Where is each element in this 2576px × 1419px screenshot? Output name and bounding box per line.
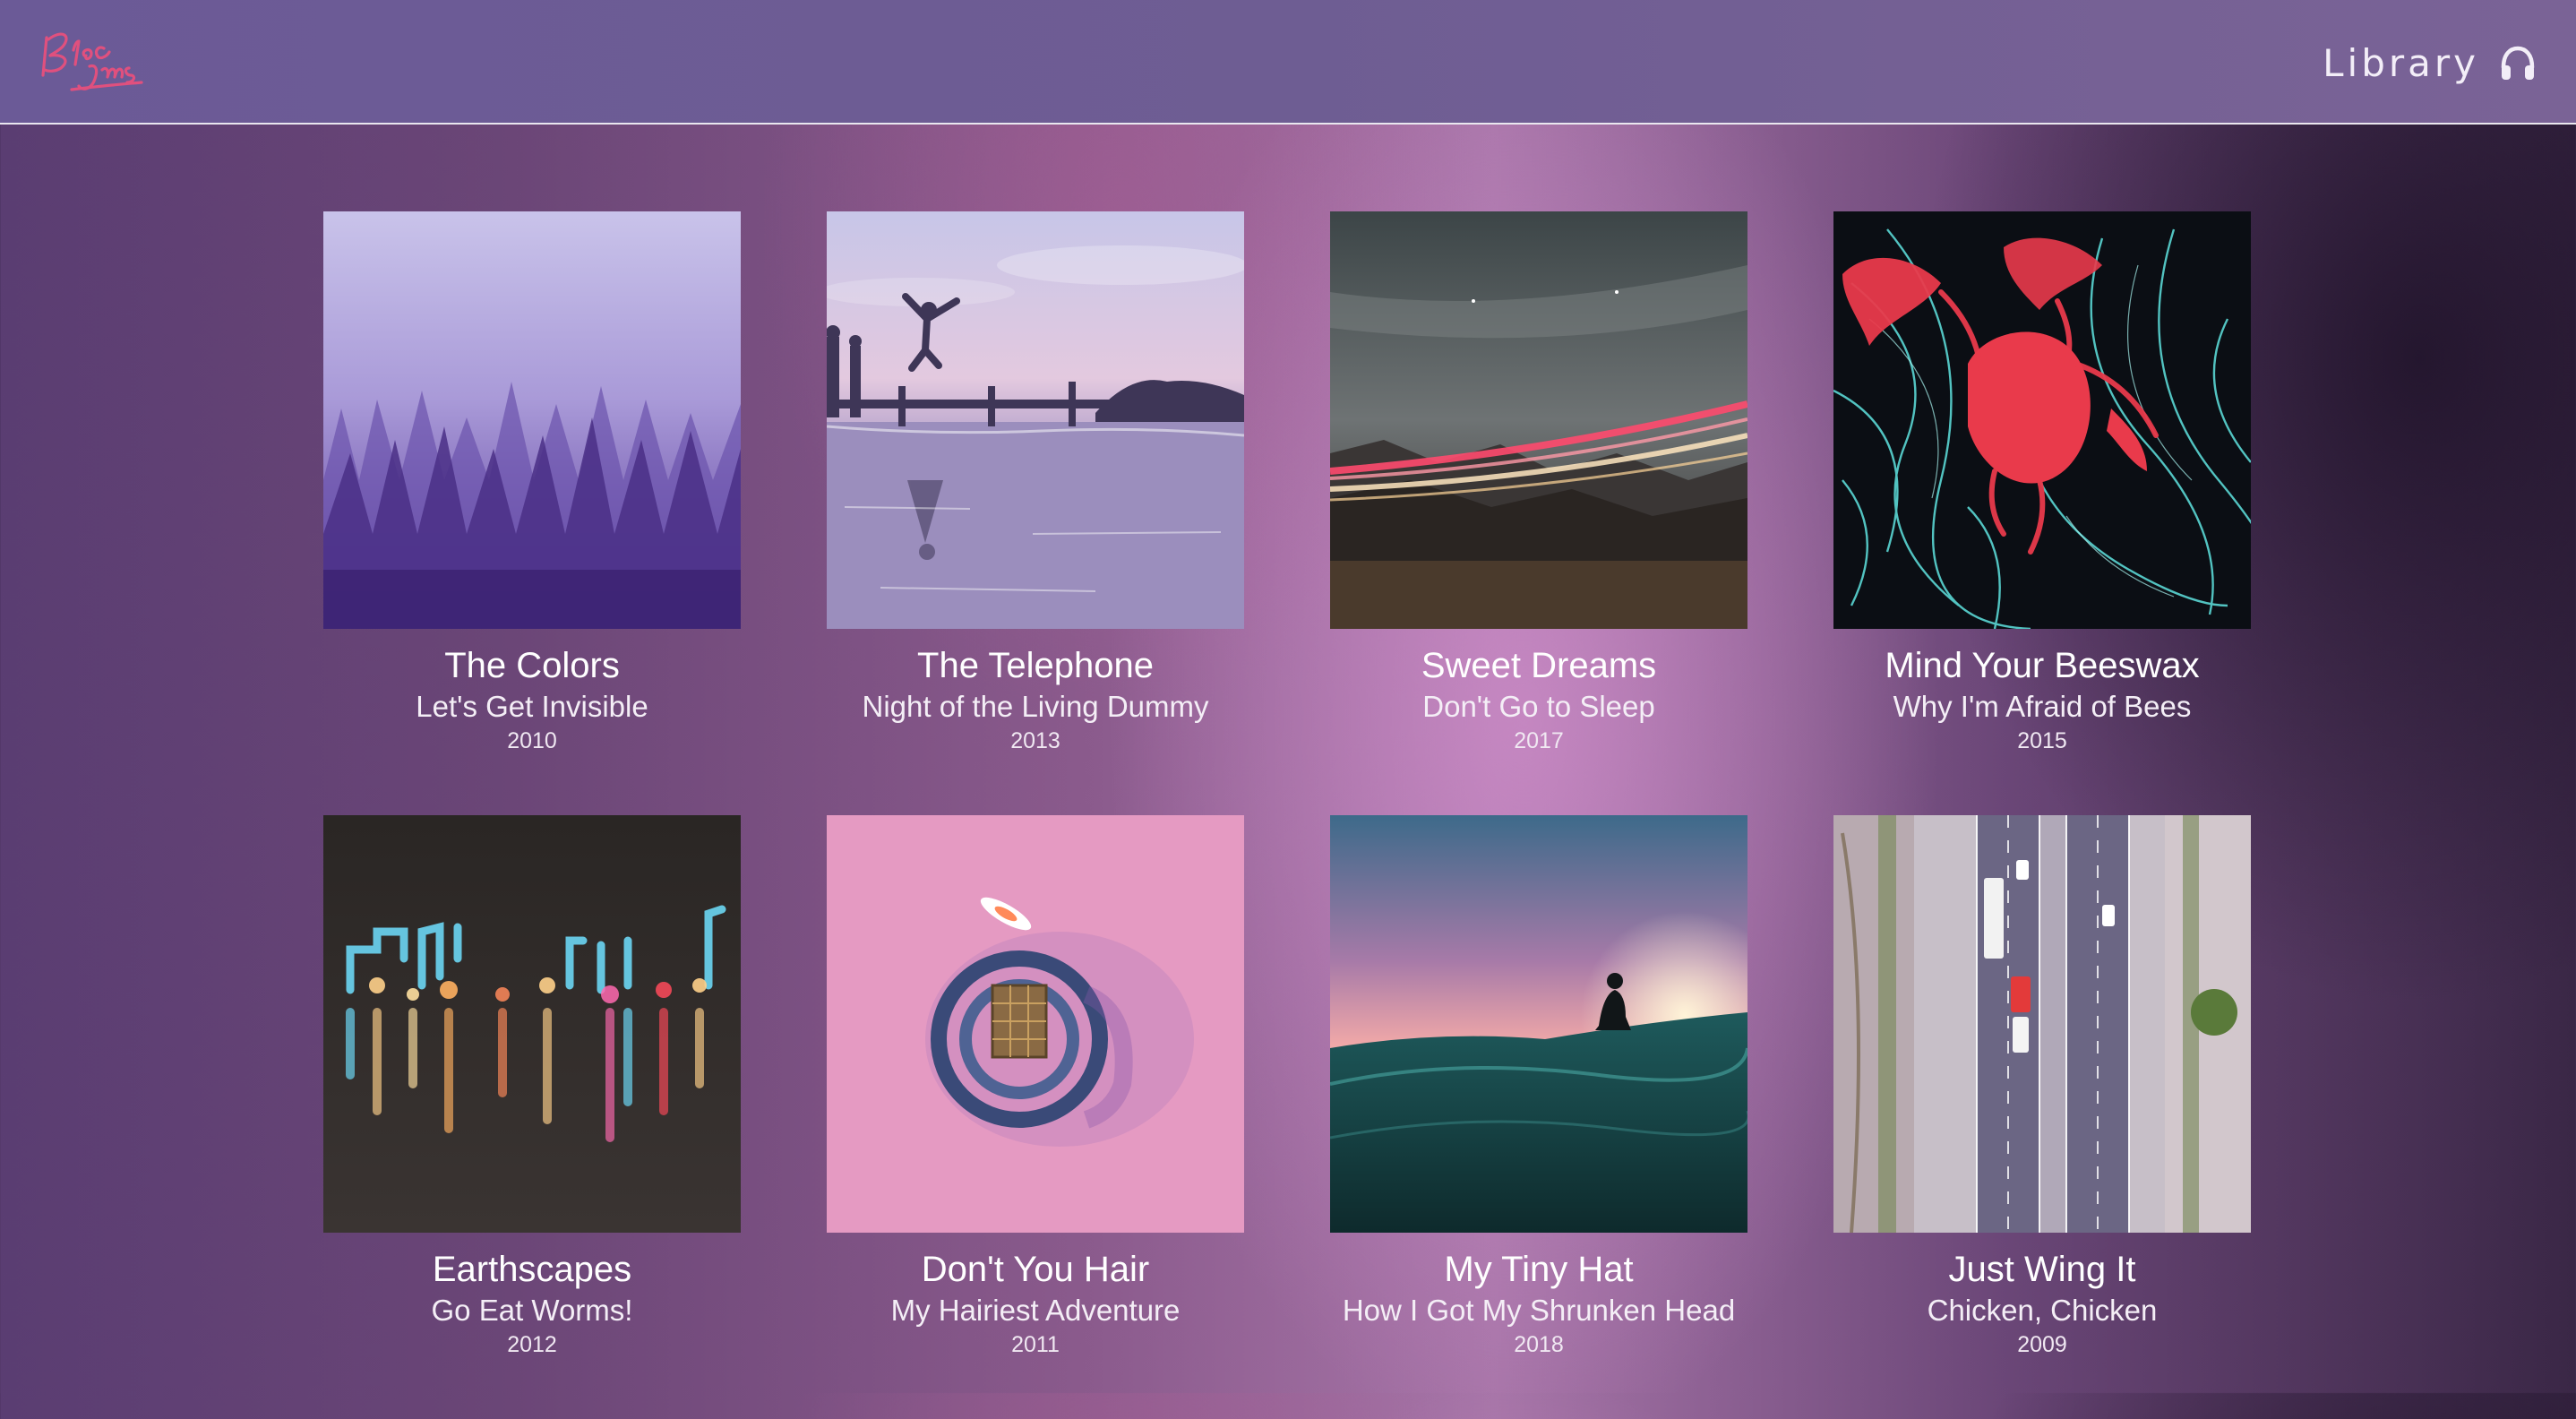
album-subtitle: Go Eat Worms! xyxy=(431,1294,633,1327)
album-year: 2012 xyxy=(507,1332,557,1357)
album-card[interactable]: Earthscapes Go Eat Worms! 2012 xyxy=(323,815,741,1419)
ink-strands-cover-icon xyxy=(1833,211,2251,629)
album-cover-image[interactable] xyxy=(1330,211,1747,629)
album-cover-image[interactable] xyxy=(323,815,741,1233)
album-year: 2015 xyxy=(2017,728,2067,753)
album-year: 2013 xyxy=(1010,728,1060,753)
dock-jump-cover-icon xyxy=(827,211,1244,629)
album-title: My Tiny Hat xyxy=(1444,1250,1634,1289)
album-subtitle: Night of the Living Dummy xyxy=(862,690,1209,723)
pink-water-boats-cover-icon xyxy=(827,815,1244,1233)
album-cover-image[interactable] xyxy=(827,815,1244,1233)
album-card[interactable]: Just Wing It Chicken, Chicken 2009 xyxy=(1833,815,2251,1419)
library-label: Library xyxy=(2323,40,2479,85)
album-subtitle: Why I'm Afraid of Bees xyxy=(1893,690,2192,723)
album-subtitle: Chicken, Chicken xyxy=(1927,1294,2158,1327)
album-cover-image[interactable] xyxy=(323,211,741,629)
album-card[interactable]: Mind Your Beeswax Why I'm Afraid of Bees… xyxy=(1833,211,2251,815)
headphones-icon xyxy=(2501,46,2535,80)
highway-aerial-cover-icon xyxy=(1833,815,2251,1233)
album-year: 2010 xyxy=(507,728,557,753)
app-header: Library xyxy=(0,0,2576,125)
album-cover-image[interactable] xyxy=(827,211,1244,629)
album-title: The Colors xyxy=(444,646,620,685)
album-subtitle: Don't Go to Sleep xyxy=(1422,690,1655,723)
album-year: 2017 xyxy=(1514,728,1564,753)
library-nav-link[interactable]: Library xyxy=(2323,36,2537,90)
script-logo-icon xyxy=(41,32,143,91)
city-bokeh-cover-icon xyxy=(323,815,741,1233)
album-card[interactable]: The Colors Let's Get Invisible 2010 xyxy=(323,211,741,815)
album-cover-image[interactable] xyxy=(1833,815,2251,1233)
album-title: Sweet Dreams xyxy=(1421,646,1657,685)
album-subtitle: How I Got My Shrunken Head xyxy=(1342,1294,1736,1327)
album-cover-image[interactable] xyxy=(1330,815,1747,1233)
album-cover-image[interactable] xyxy=(1833,211,2251,629)
album-title: Don't You Hair xyxy=(921,1250,1150,1289)
album-card[interactable]: Don't You Hair My Hairiest Adventure 201… xyxy=(827,815,1244,1419)
album-title: The Telephone xyxy=(917,646,1154,685)
album-year: 2009 xyxy=(2017,1332,2067,1357)
surfer-sunset-cover-icon xyxy=(1330,815,1747,1233)
album-subtitle: My Hairiest Adventure xyxy=(890,1294,1181,1327)
album-title: Mind Your Beeswax xyxy=(1885,646,2200,685)
album-grid: The Colors Let's Get Invisible 2010 The … xyxy=(323,211,2253,1419)
album-card[interactable]: The Telephone Night of the Living Dummy … xyxy=(827,211,1244,815)
album-year: 2018 xyxy=(1514,1332,1564,1357)
album-title: Just Wing It xyxy=(1948,1250,2136,1289)
light-trails-cover-icon xyxy=(1330,211,1747,629)
album-subtitle: Let's Get Invisible xyxy=(416,690,648,723)
album-card[interactable]: My Tiny Hat How I Got My Shrunken Head 2… xyxy=(1330,815,1747,1419)
misty-forest-cover-icon xyxy=(323,211,741,629)
album-card[interactable]: Sweet Dreams Don't Go to Sleep 2017 xyxy=(1330,211,1747,815)
album-year: 2011 xyxy=(1011,1332,1060,1357)
brand-logo-icon[interactable] xyxy=(36,20,152,105)
album-title: Earthscapes xyxy=(432,1250,632,1289)
